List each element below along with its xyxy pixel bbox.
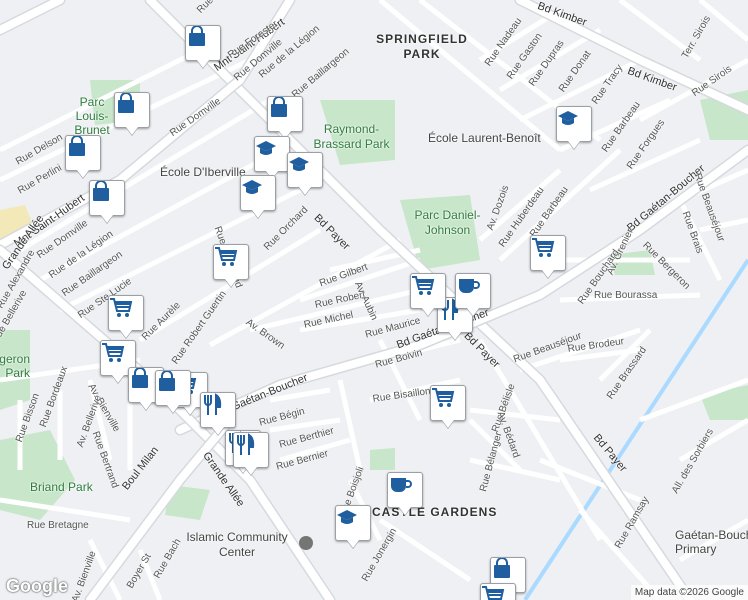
map-canvas[interactable]: SPRINGFIELD PARK CASTLE GARDENS Raymond-… [0, 0, 748, 600]
shopping-pin[interactable] [185, 25, 221, 61]
grocery-pin[interactable] [108, 295, 144, 331]
grocery-pin[interactable] [430, 385, 466, 421]
cafe-pin[interactable] [387, 472, 423, 508]
school-pin[interactable] [556, 106, 592, 142]
water-channel [523, 258, 748, 600]
shopping-pin[interactable] [267, 96, 303, 132]
shopping-pin[interactable] [155, 370, 191, 406]
park-area [0, 330, 30, 410]
park-area [320, 100, 395, 165]
school-pin[interactable] [335, 505, 371, 541]
cafe-pin[interactable] [455, 273, 491, 309]
grocery-pin[interactable] [530, 235, 566, 271]
shopping-pin[interactable] [89, 180, 125, 216]
grocery-pin[interactable] [480, 583, 516, 600]
school-pin[interactable] [240, 175, 276, 211]
mosque-marker[interactable] [299, 536, 313, 550]
map-attribution[interactable]: Map data ©2026 Google [630, 585, 748, 600]
restaurant-pin[interactable] [233, 432, 269, 468]
school-pin[interactable] [254, 136, 290, 172]
restaurant-pin[interactable] [200, 392, 236, 428]
google-logo: Google [6, 576, 68, 596]
grocery-pin[interactable] [213, 244, 249, 280]
grocery-pin[interactable] [410, 273, 446, 309]
shopping-pin[interactable] [65, 135, 101, 171]
shopping-pin[interactable] [114, 92, 150, 128]
park-area [370, 448, 395, 470]
school-pin[interactable] [287, 152, 323, 188]
